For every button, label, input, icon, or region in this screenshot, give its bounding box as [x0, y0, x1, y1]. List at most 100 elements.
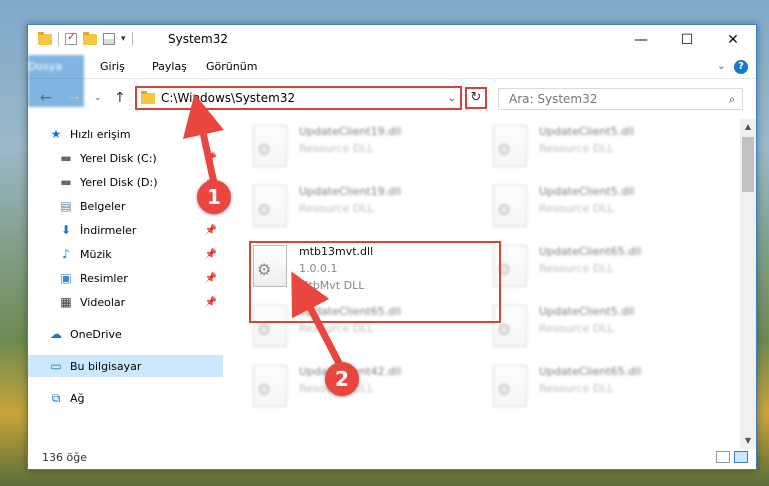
file-description: Resource DLL — [299, 142, 374, 155]
scroll-up-icon[interactable]: ▲ — [740, 119, 756, 135]
star-icon: ★ — [50, 127, 62, 141]
dll-file-icon — [493, 185, 527, 227]
file-item[interactable]: UpdateClient19.dll Resource DLL — [253, 183, 483, 235]
pin-icon[interactable]: 📌 — [205, 273, 217, 284]
dll-file-icon — [253, 365, 287, 407]
video-icon: ▦ — [60, 295, 72, 309]
sidebar-item-onedrive[interactable]: ☁ OneDrive — [48, 323, 223, 345]
file-name: UpdateClient19.dll — [299, 185, 402, 198]
address-path[interactable]: C:\Windows\System32 — [161, 91, 448, 105]
window-controls: — ☐ ✕ — [618, 25, 756, 55]
drive-icon: ▬ — [60, 151, 72, 165]
pin-icon[interactable]: 📌 — [205, 249, 217, 260]
file-item[interactable]: UpdateClient19.dll Resource DLL — [253, 123, 483, 175]
file-description: Resource DLL — [539, 322, 614, 335]
sidebar-item-downloads[interactable]: ⬇ İndirmeler 📌 — [58, 219, 223, 241]
folder-icon — [38, 31, 52, 45]
search-icon[interactable]: ⌕ — [722, 92, 742, 107]
network-icon: ⧉ — [51, 390, 61, 405]
divider — [58, 32, 59, 46]
recent-locations-icon[interactable]: ⌄ — [94, 93, 102, 103]
download-icon: ⬇ — [60, 223, 72, 237]
expand-ribbon-icon[interactable]: ⌄ — [717, 59, 726, 72]
pin-icon[interactable]: 📌 — [205, 297, 217, 308]
folder-icon — [141, 90, 155, 104]
item-count: 136 öğe — [42, 451, 87, 464]
search-box[interactable]: ⌕ — [498, 88, 743, 110]
view-switcher — [716, 451, 748, 463]
file-description: Resource DLL — [539, 382, 614, 395]
back-arrow-icon[interactable]: ← — [40, 90, 52, 106]
navigation-pane: ★ Hızlı erişim ▬ Yerel Disk (C:) 📌 ▬ Yer… — [28, 119, 223, 449]
forward-arrow-icon[interactable]: → — [68, 90, 80, 106]
sidebar-item-label: İndirmeler — [80, 223, 137, 237]
sidebar-item-label: OneDrive — [70, 327, 122, 341]
maximize-button[interactable]: ☐ — [664, 25, 710, 55]
file-item[interactable]: UpdateClient42.dllResource DLL — [253, 363, 483, 415]
tab-share[interactable]: Paylaş — [140, 55, 199, 79]
sidebar-item-local-disk-c[interactable]: ▬ Yerel Disk (C:) 📌 — [58, 147, 223, 169]
pin-icon[interactable]: 📌 — [205, 153, 217, 164]
file-item[interactable]: UpdateClient5.dll Resource DLL — [493, 123, 723, 175]
drive-icon: ▬ — [60, 175, 72, 189]
properties-check-icon[interactable] — [65, 30, 77, 45]
title-bar: ▾ System32 — ☐ ✕ — [28, 25, 756, 55]
file-item[interactable]: UpdateClient65.dll Resource DLL — [493, 243, 723, 295]
sidebar-item-music[interactable]: ♪ Müzik 📌 — [58, 243, 223, 265]
tab-view[interactable]: Görünüm — [194, 55, 269, 79]
document-icon: ▤ — [60, 199, 72, 213]
sidebar-item-videos[interactable]: ▦ Videolar 📌 — [58, 291, 223, 313]
file-item[interactable]: UpdateClient5.dll Resource DLL — [493, 303, 723, 355]
ribbon: Dosya Giriş Paylaş Görünüm ⌄ ? — [28, 55, 756, 107]
dll-file-icon — [493, 365, 527, 407]
sidebar-item-label: Bu bilgisayar — [70, 359, 142, 373]
sidebar-item-label: Müzik — [80, 247, 112, 261]
sidebar-item-label: Hızlı erişim — [70, 127, 131, 141]
window-title: System32 — [168, 32, 229, 46]
pin-icon[interactable]: 📌 — [205, 225, 217, 236]
sidebar-item-network[interactable]: ⧉ Ağ — [48, 387, 223, 409]
up-arrow-icon[interactable]: ↑ — [114, 90, 126, 106]
sidebar-item-label: Ağ — [70, 391, 85, 405]
chevron-down-icon[interactable]: ⌄ — [448, 93, 456, 104]
vertical-scrollbar[interactable]: ▲ ▼ — [740, 119, 756, 449]
sidebar-item-label: Resimler — [80, 271, 128, 285]
refresh-button[interactable]: ↻ — [465, 87, 487, 109]
sidebar-item-pictures[interactable]: ▣ Resimler 📌 — [58, 267, 223, 289]
file-item[interactable]: UpdateClient65.dll Resource DLL — [493, 363, 723, 415]
sidebar-item-quick-access[interactable]: ★ Hızlı erişim — [48, 123, 243, 145]
file-name: UpdateClient65.dll — [539, 365, 642, 378]
minimize-button[interactable]: — — [618, 25, 664, 55]
sidebar-item-label: Yerel Disk (C:) — [80, 151, 157, 165]
new-folder-icon[interactable] — [83, 31, 97, 45]
step-badge-2: 2 — [325, 362, 359, 396]
details-view-icon[interactable] — [716, 451, 730, 463]
file-name: UpdateClient5.dll — [539, 305, 635, 318]
sidebar-item-label: Yerel Disk (D:) — [80, 175, 158, 189]
dll-file-icon — [253, 125, 287, 167]
divider — [131, 32, 133, 46]
help-icon[interactable]: ? — [734, 60, 748, 74]
file-description: Resource DLL — [539, 262, 614, 275]
file-name: UpdateClient5.dll — [539, 185, 635, 198]
sidebar-item-label: Videolar — [80, 295, 126, 309]
file-description: Resource DLL — [539, 142, 614, 155]
address-bar[interactable]: C:\Windows\System32 ⌄ — [135, 86, 462, 110]
file-name: UpdateClient65.dll — [539, 245, 642, 258]
sidebar-item-this-pc[interactable]: ▭ Bu bilgisayar — [28, 355, 223, 377]
customize-toolbar-icon[interactable]: ▾ — [121, 34, 126, 44]
file-description: Resource DLL — [299, 202, 374, 215]
dll-file-icon — [253, 185, 287, 227]
scroll-thumb[interactable] — [742, 137, 754, 192]
step-badge-1: 1 — [197, 180, 231, 214]
search-input[interactable] — [499, 92, 722, 106]
cloud-icon: ☁ — [50, 327, 62, 341]
properties-icon[interactable] — [103, 33, 115, 45]
music-icon: ♪ — [62, 247, 70, 261]
file-item[interactable]: UpdateClient5.dll Resource DLL — [493, 183, 723, 235]
large-icons-view-icon[interactable] — [734, 451, 748, 463]
tab-home[interactable]: Giriş — [88, 55, 137, 79]
close-button[interactable]: ✕ — [710, 25, 756, 55]
highlight-box — [249, 241, 501, 323]
computer-icon: ▭ — [50, 359, 62, 373]
